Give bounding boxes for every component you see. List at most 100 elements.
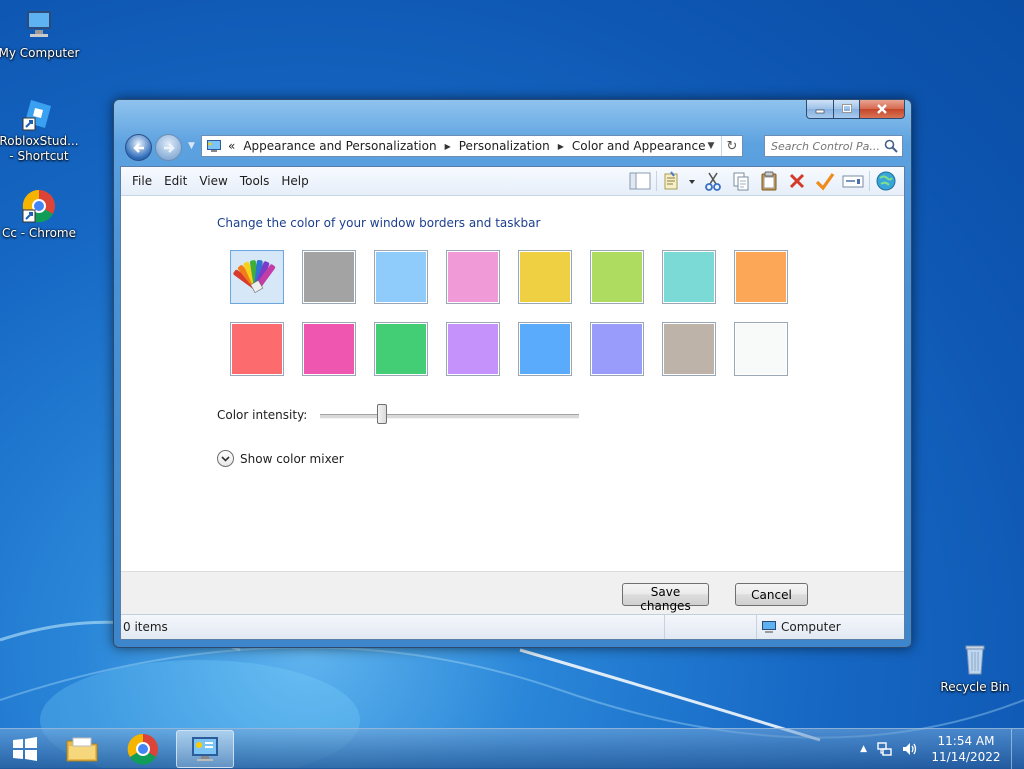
color-swatch-taupe[interactable] — [662, 322, 716, 376]
color-swatch-violet[interactable] — [590, 322, 644, 376]
toolbar — [626, 169, 900, 193]
desktop-icon-roblox-studio[interactable]: RobloxStud... - Shortcut — [0, 96, 81, 164]
taskbar-file-explorer[interactable] — [54, 730, 110, 768]
network-icon[interactable] — [877, 741, 893, 757]
color-swatch-pumpkin-yellow[interactable] — [518, 250, 572, 304]
color-intensity-track[interactable] — [320, 414, 579, 419]
properties-icon — [664, 171, 695, 190]
control-panel-icon — [206, 139, 222, 153]
delete-button[interactable] — [783, 169, 811, 193]
breadcrumb-overflow[interactable]: « — [228, 139, 235, 153]
search-input[interactable] — [771, 139, 881, 153]
menu-help[interactable]: Help — [275, 174, 314, 188]
save-changes-button[interactable]: Save changes — [622, 583, 709, 613]
address-dropdown-icon[interactable]: ▼ — [702, 136, 720, 156]
close-button[interactable] — [860, 100, 905, 119]
chrome-icon — [127, 733, 158, 765]
color-swatch-ocean[interactable] — [518, 322, 572, 376]
show-color-mixer-toggle[interactable]: Show color mixer — [217, 450, 344, 467]
caption-buttons — [806, 100, 905, 119]
menu-view[interactable]: View — [193, 174, 233, 188]
taskbar-chrome[interactable] — [115, 730, 171, 768]
address-bar[interactable]: « Appearance and Personalization ▶ Perso… — [201, 135, 743, 157]
color-swatch-fuchsia[interactable] — [302, 322, 356, 376]
status-location-label: Computer — [781, 620, 841, 634]
desktop-icon-my-computer[interactable]: My Computer — [0, 8, 81, 61]
forward-button[interactable] — [155, 134, 182, 161]
color-swatch-ruby[interactable] — [230, 322, 284, 376]
color-intensity-slider-thumb[interactable] — [377, 404, 387, 424]
color-swatch-slate[interactable] — [302, 250, 356, 304]
color-swatch-emerald[interactable] — [374, 322, 428, 376]
toolbar-separator — [656, 171, 657, 191]
color-swatch-leaf[interactable] — [590, 250, 644, 304]
cancel-button[interactable]: Cancel — [735, 583, 808, 606]
recent-pages-chevron-icon[interactable]: ▼ — [188, 141, 195, 151]
breadcrumb-separator-icon[interactable]: ▶ — [445, 142, 451, 151]
folder-icon — [66, 737, 98, 762]
menu-edit[interactable]: Edit — [158, 174, 193, 188]
back-arrow-icon — [132, 142, 144, 153]
copy-button[interactable] — [727, 169, 755, 193]
volume-icon[interactable] — [901, 741, 919, 757]
notification-area: ▲ 11:54 AM 11/14/2022 — [860, 729, 1024, 769]
cut-button[interactable] — [699, 169, 727, 193]
maximize-icon — [841, 104, 852, 113]
roblox-studio-icon — [21, 96, 57, 132]
color-swatch-sea-foam[interactable] — [662, 250, 716, 304]
color-palette-icon — [232, 252, 282, 302]
show-desktop-button[interactable] — [1011, 729, 1024, 769]
desktop-icon-chrome[interactable]: Cc - Chrome — [0, 188, 81, 241]
color-swatch-lavender[interactable] — [446, 322, 500, 376]
menu-tools[interactable]: Tools — [234, 174, 276, 188]
color-swatch-custom[interactable] — [230, 250, 284, 304]
desktop-icon-label: RobloxStud... - Shortcut — [0, 134, 79, 163]
maximize-button[interactable] — [834, 100, 860, 119]
apply-button[interactable] — [811, 169, 839, 193]
clock-date: 11/14/2022 — [931, 750, 1001, 764]
swatch-fill — [736, 324, 786, 374]
search-icon[interactable] — [884, 139, 898, 156]
color-settings-panel: Change the color of your window borders … — [121, 196, 904, 572]
swatch-fill — [376, 324, 426, 374]
clock-time: 11:54 AM — [937, 734, 995, 748]
start-button[interactable] — [0, 730, 50, 768]
desktop-icon-label: Recycle Bin — [940, 680, 1010, 694]
status-location: Computer — [757, 615, 841, 639]
forward-arrow-icon — [163, 142, 175, 153]
refresh-icon[interactable]: ↻ — [721, 136, 742, 156]
system-clock[interactable]: 11:54 AM 11/14/2022 — [925, 733, 1007, 765]
close-icon — [877, 104, 887, 114]
control-panel-icon — [192, 737, 218, 761]
color-swatch-sky[interactable] — [374, 250, 428, 304]
search-box[interactable] — [764, 135, 903, 157]
menu-file[interactable]: File — [126, 174, 158, 188]
breadcrumb-separator-icon[interactable]: ▶ — [558, 142, 564, 151]
color-swatch-twilight-pink[interactable] — [446, 250, 500, 304]
paste-button[interactable] — [755, 169, 783, 193]
globe-button[interactable] — [872, 169, 900, 193]
layout-button[interactable] — [626, 169, 654, 193]
delete-icon — [789, 173, 805, 189]
status-spacer — [665, 615, 757, 639]
rename-button[interactable] — [839, 169, 867, 193]
color-intensity-label: Color intensity: — [217, 408, 308, 422]
breadcrumb-color-appearance[interactable]: Color and Appearance — [572, 139, 706, 153]
breadcrumb-appearance[interactable]: Appearance and Personalization — [243, 139, 436, 153]
dialog-footer: Save changes Cancel — [121, 571, 904, 616]
breadcrumb-personalization[interactable]: Personalization — [459, 139, 550, 153]
status-item-count: 0 items — [121, 615, 665, 639]
desktop-icon-recycle-bin[interactable]: Recycle Bin — [933, 642, 1017, 695]
window-client-area: File Edit View Tools Help Change the col… — [120, 166, 905, 640]
minimize-button[interactable] — [806, 100, 834, 119]
swatch-fill — [664, 252, 714, 302]
taskbar-control-panel[interactable] — [176, 730, 234, 768]
properties-button[interactable] — [659, 169, 699, 193]
checkmark-icon — [815, 173, 835, 191]
paste-icon — [761, 171, 777, 191]
color-swatch-tangerine[interactable] — [734, 250, 788, 304]
color-swatch-frost[interactable] — [734, 322, 788, 376]
swatch-fill — [232, 324, 282, 374]
show-hidden-icons-chevron-icon[interactable]: ▲ — [860, 744, 867, 754]
back-button[interactable] — [125, 134, 152, 161]
